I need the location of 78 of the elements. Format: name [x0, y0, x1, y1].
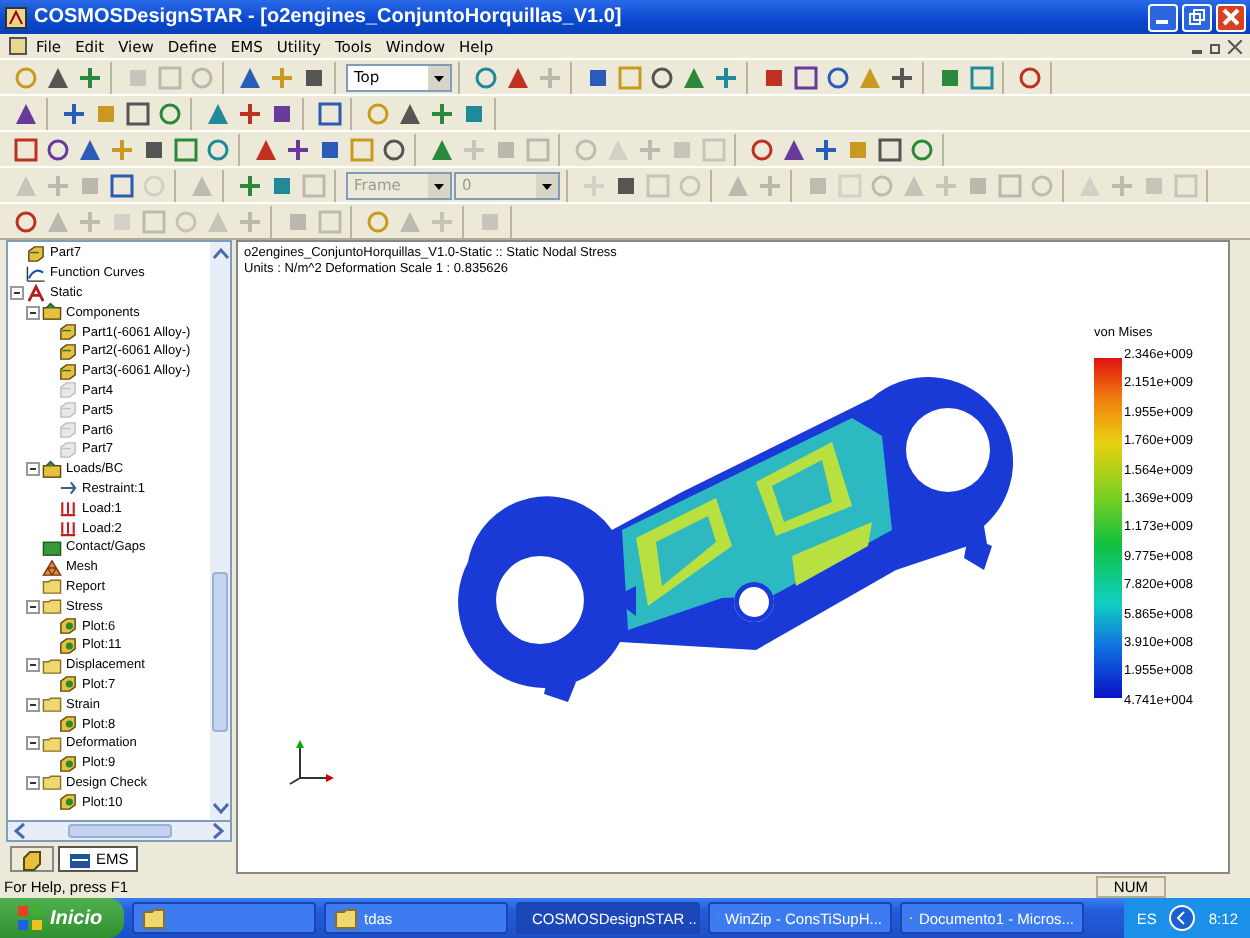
horizontal-scrollbar[interactable] — [6, 822, 232, 842]
window-icon — [68, 849, 92, 869]
plus-icon[interactable] — [75, 63, 103, 91]
plot-icon — [58, 714, 78, 735]
triangle-icon[interactable] — [427, 135, 455, 163]
graph-icon — [26, 263, 46, 284]
triangle-icon[interactable] — [235, 63, 263, 91]
circle-icon[interactable] — [747, 135, 775, 163]
expander-icon[interactable] — [26, 599, 40, 614]
expander-icon[interactable] — [26, 305, 40, 320]
circle-icon[interactable] — [471, 63, 499, 91]
four-squares-icon — [16, 904, 44, 932]
expander-icon[interactable] — [26, 697, 40, 712]
square-icon[interactable] — [171, 135, 199, 163]
plot-icon — [58, 616, 78, 637]
circle-icon[interactable] — [43, 135, 71, 163]
square-icon[interactable] — [875, 135, 903, 163]
close-icon[interactable] — [1228, 39, 1242, 53]
contact-icon — [42, 537, 62, 558]
mesh-icon — [42, 557, 62, 578]
square-icon[interactable] — [107, 171, 135, 199]
scroll-thumb[interactable] — [67, 824, 171, 838]
triangle-icon[interactable] — [779, 135, 807, 163]
app-icon — [4, 5, 28, 29]
circle-icon[interactable] — [379, 135, 407, 163]
document-icon — [8, 36, 28, 56]
circle-icon[interactable] — [155, 99, 183, 127]
close-icon — [1222, 8, 1240, 26]
square-icon[interactable] — [11, 135, 39, 163]
square-icon[interactable] — [315, 99, 343, 127]
triangle-icon[interactable] — [679, 63, 707, 91]
plus-icon[interactable] — [59, 99, 87, 127]
taskbar-button[interactable] — [132, 902, 316, 934]
expander-icon[interactable] — [26, 736, 40, 751]
close-button[interactable] — [1216, 3, 1246, 31]
triangle-icon[interactable] — [43, 63, 71, 91]
study-icon — [26, 283, 46, 303]
plot-icon — [58, 674, 78, 695]
plus-icon[interactable] — [711, 63, 739, 91]
vertical-scrollbar[interactable] — [210, 242, 230, 820]
circle-icon[interactable] — [823, 63, 851, 91]
triangle-icon[interactable] — [503, 63, 531, 91]
square-icon[interactable] — [791, 63, 819, 91]
square-icon[interactable] — [967, 63, 995, 91]
restore-button[interactable] — [1182, 3, 1212, 31]
circle-icon[interactable] — [203, 135, 231, 163]
expander-icon[interactable] — [10, 285, 24, 300]
expander-icon[interactable] — [26, 462, 40, 477]
panel-tab[interactable] — [10, 846, 54, 872]
plus-icon[interactable] — [235, 99, 263, 127]
plot-icon — [58, 753, 78, 774]
triangle-icon[interactable] — [395, 99, 423, 127]
plus-icon[interactable] — [235, 171, 263, 199]
plus-icon[interactable] — [427, 99, 455, 127]
expander-icon[interactable] — [26, 775, 40, 790]
plus-icon[interactable] — [811, 135, 839, 163]
axis-triad-icon — [288, 738, 336, 786]
scroll-thumb[interactable] — [212, 571, 228, 731]
arrow-icon — [58, 478, 78, 499]
triangle-icon[interactable] — [203, 99, 231, 127]
circle-icon[interactable] — [11, 207, 39, 235]
expander-icon[interactable] — [26, 658, 40, 673]
load-icon — [58, 498, 78, 519]
plus-icon[interactable] — [887, 63, 915, 91]
triangle-icon[interactable] — [11, 99, 39, 127]
plot-icon — [58, 635, 78, 656]
circle-icon[interactable] — [647, 63, 675, 91]
minimize-button[interactable] — [1148, 3, 1178, 31]
window-title: COSMOSDesignSTAR - [o2engines_ConjuntoHorquillas_V1.0] — [34, 6, 622, 28]
square-icon[interactable] — [123, 99, 151, 127]
part-icon — [20, 847, 44, 871]
triangle-icon[interactable] — [251, 135, 279, 163]
circle-icon[interactable] — [907, 135, 935, 163]
plot-icon — [58, 792, 78, 813]
triangle-icon[interactable] — [75, 135, 103, 163]
plus-icon[interactable] — [283, 135, 311, 163]
circle-icon[interactable] — [1015, 63, 1043, 91]
load-icon — [58, 518, 78, 539]
